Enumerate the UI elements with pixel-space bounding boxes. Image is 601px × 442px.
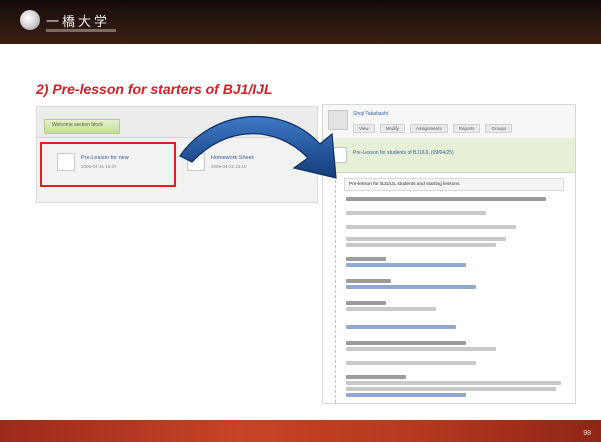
text-line [346, 361, 476, 365]
section-label: Welcome section block [52, 122, 104, 128]
logo-underline [46, 29, 116, 32]
highlight-box [40, 142, 176, 187]
content-body: Pre-lesson for BJ1/IJL students and star… [335, 175, 568, 403]
emblem-icon [20, 10, 40, 30]
right-screenshot: Shoji Takahashi View Modify Assignments … [322, 104, 576, 404]
text-line [346, 347, 496, 351]
resource-title[interactable]: Pre-Lesson for students of BJ1/IJL (09/0… [353, 150, 454, 156]
text-line [346, 375, 406, 379]
link-line[interactable] [346, 263, 466, 267]
text-line [346, 307, 436, 311]
tab-groups[interactable]: Groups [485, 124, 513, 133]
text-line [346, 341, 466, 345]
link-line[interactable] [346, 285, 476, 289]
header-band: 一橋大学 [0, 0, 601, 44]
tab-assignments[interactable]: Assignments [409, 124, 448, 133]
resource-bar: Pre-Lesson for students of BJ1/IJL (09/0… [323, 138, 575, 173]
link-line[interactable] [346, 325, 456, 329]
text-line [346, 211, 486, 215]
logo-text: 一橋大学 [46, 14, 111, 30]
tab-reports[interactable]: Reports [452, 124, 481, 133]
tab-modify[interactable]: Modify [379, 124, 405, 133]
curved-arrow-icon [179, 115, 337, 179]
footer-band: 98 [0, 420, 601, 442]
text-line [346, 237, 506, 241]
text-line [346, 225, 516, 229]
tab-bar: View Modify Assignments Reports Groups [353, 124, 513, 133]
text-line [346, 197, 546, 201]
text-line [346, 301, 386, 305]
text-line [346, 257, 386, 261]
text-line [346, 381, 561, 385]
university-logo: 一橋大学 [20, 10, 110, 30]
user-name[interactable]: Shoji Takahashi [353, 111, 388, 117]
text-line [346, 387, 556, 391]
slide-title: 2) Pre-lesson for starters of BJ1/IJL [36, 81, 273, 97]
tab-view[interactable]: View [353, 124, 375, 133]
text-line [346, 243, 496, 247]
link-line[interactable] [346, 393, 466, 397]
text-line [346, 279, 391, 283]
content-section-header: Pre-lesson for BJ1/IJL students and star… [344, 178, 564, 191]
page-number: 98 [583, 430, 591, 437]
slide: 一橋大学 2) Pre-lesson for starters of BJ1/I… [0, 0, 601, 442]
section-title: Pre-lesson for BJ1/IJL students and star… [349, 182, 460, 187]
user-header: Shoji Takahashi View Modify Assignments … [323, 105, 575, 139]
